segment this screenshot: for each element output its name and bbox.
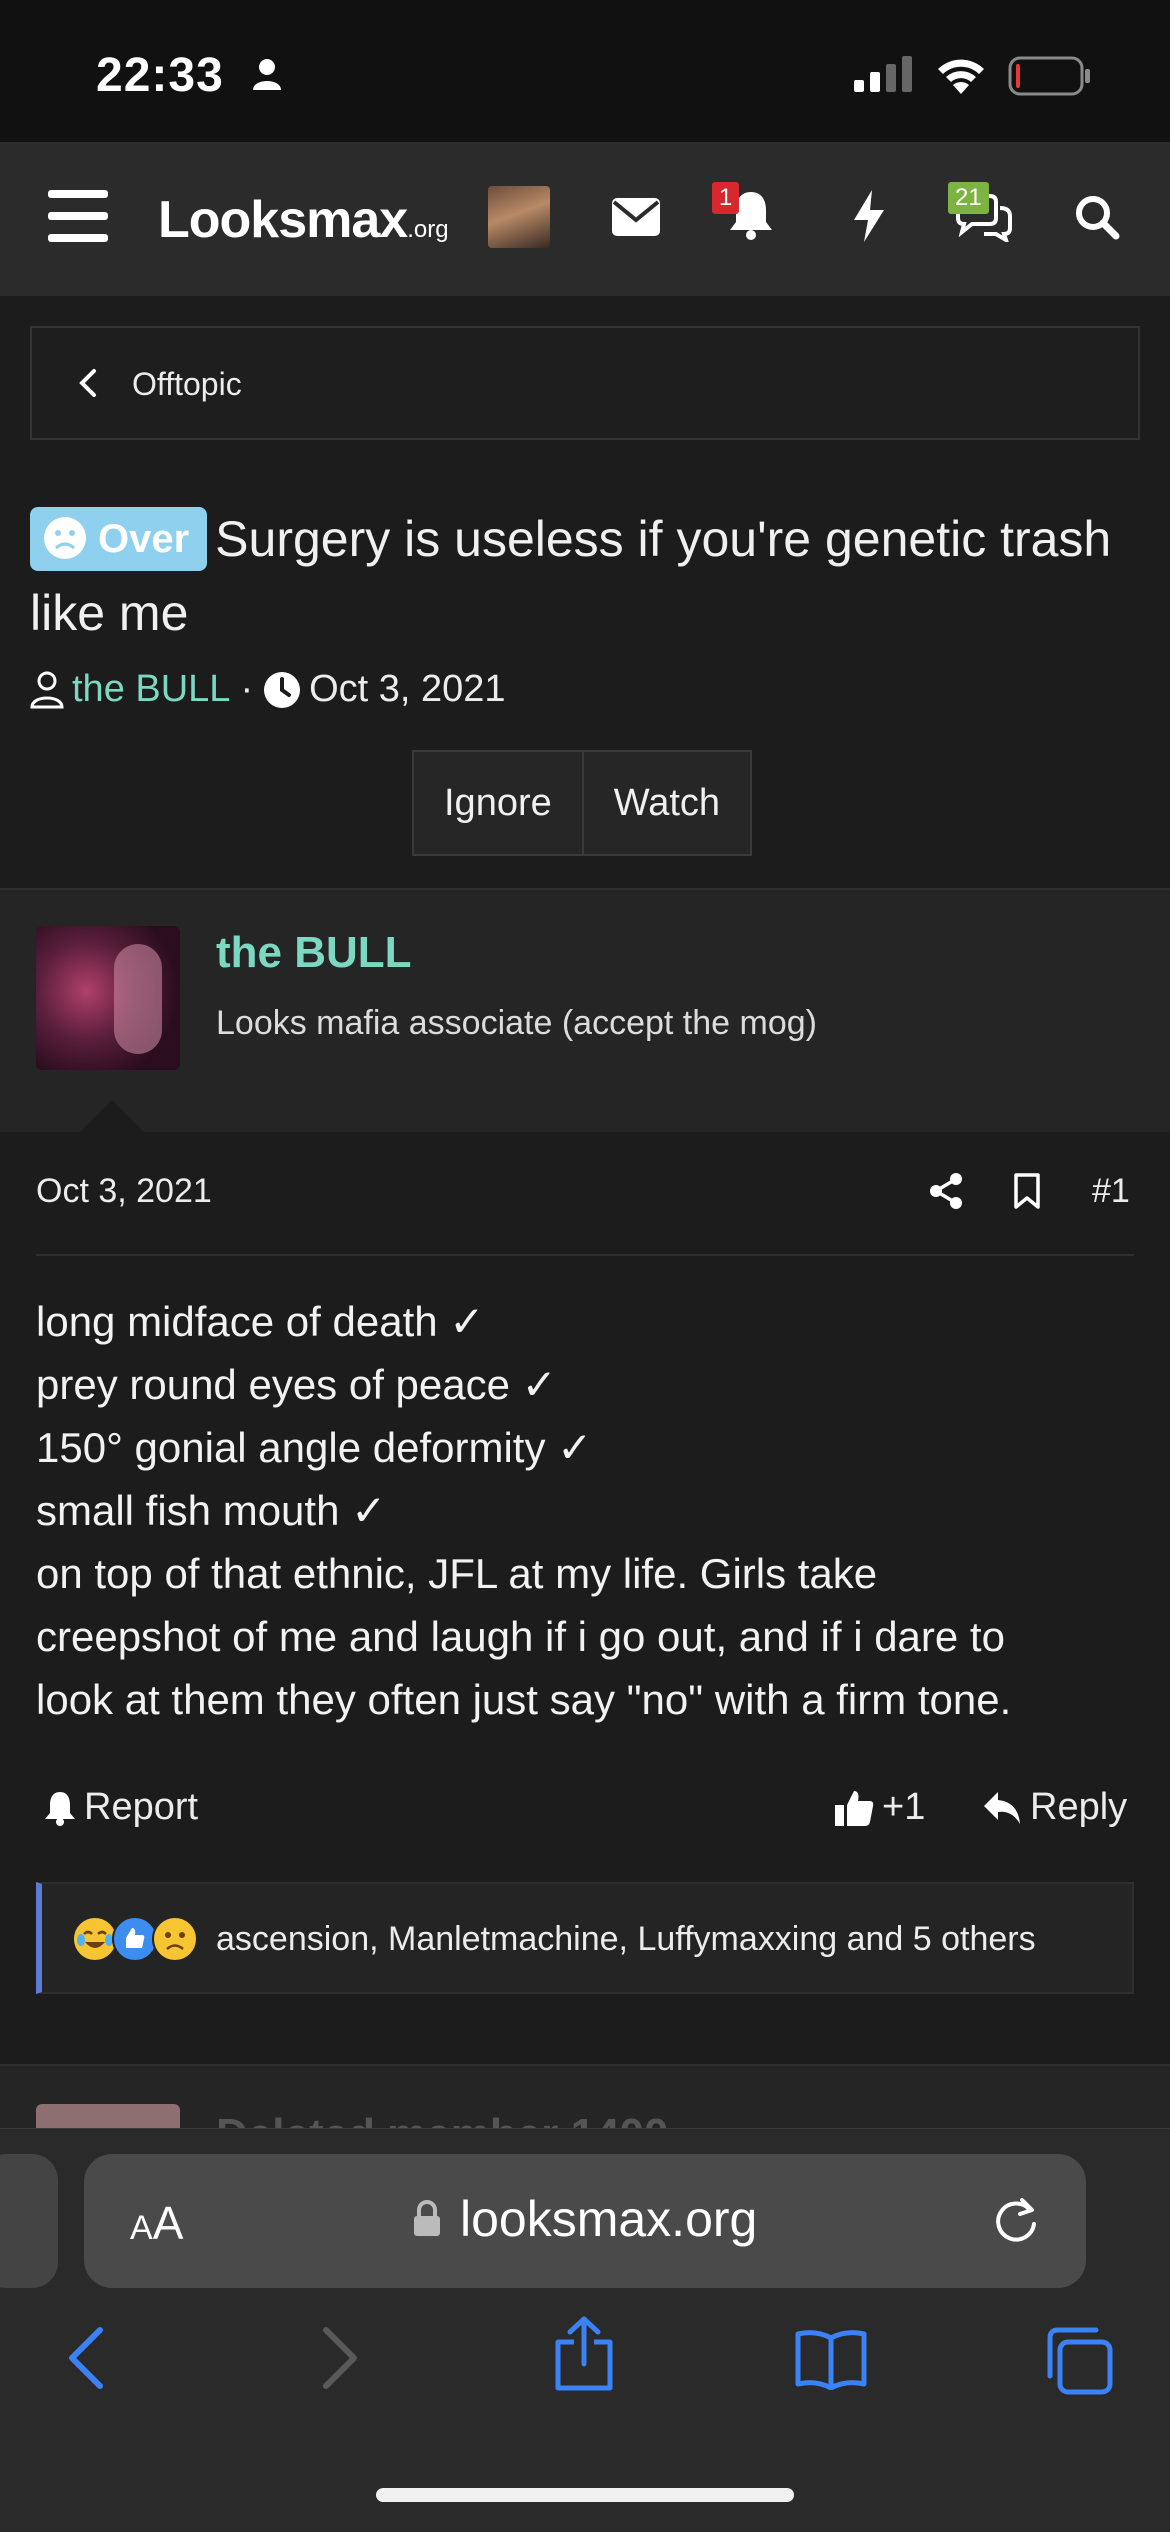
user-avatar[interactable]: [488, 186, 550, 248]
chevron-left-icon: [79, 369, 96, 397]
bolt-icon[interactable]: [852, 190, 886, 242]
alerts-badge: 1: [712, 182, 740, 214]
reactions-users[interactable]: ascension, Manletmachine, Luffymaxxing a…: [216, 1920, 1036, 1959]
status-bar: 22:33: [0, 0, 1170, 142]
post-author-title: Looks mafia associate (accept the mog): [216, 1004, 817, 1042]
share-icon[interactable]: [928, 1172, 964, 1210]
tabs-icon[interactable]: [1044, 2326, 1114, 2396]
conversations-badge: 21: [948, 182, 989, 214]
post-date[interactable]: Oct 3, 2021: [36, 1172, 212, 1211]
reader-aa-button[interactable]: AA: [130, 2196, 183, 2250]
bookmark-icon[interactable]: [1012, 1172, 1042, 1210]
thread-prefix-badge: Over: [30, 507, 208, 571]
post-number-link[interactable]: #1: [1092, 1172, 1130, 1211]
thumbs-up-icon: [835, 1790, 874, 1826]
thread-button-group: Ignore Watch: [412, 750, 753, 856]
bookmarks-icon[interactable]: [794, 2328, 868, 2390]
watch-button[interactable]: Watch: [584, 752, 750, 854]
forward-icon[interactable]: [320, 2326, 360, 2390]
clock-icon: [264, 671, 301, 708]
post-author-avatar[interactable]: [36, 926, 180, 1070]
reply-icon: [984, 1791, 1020, 1824]
post-divider: [36, 1254, 1134, 1256]
reactions-bar[interactable]: ascension, Manletmachine, Luffymaxxing a…: [36, 1882, 1134, 1994]
back-icon[interactable]: [66, 2326, 106, 2390]
meta-separator: ·: [240, 668, 254, 710]
post-body-line: prey round eyes of peace ✓: [36, 1361, 557, 1408]
sad-reaction-icon: [152, 1916, 198, 1962]
reply-button[interactable]: Reply: [982, 1786, 1127, 1829]
post-body-line: long midface of death ✓: [36, 1298, 485, 1345]
reply-label: Reply: [1030, 1786, 1128, 1828]
share-sheet-icon[interactable]: [552, 2316, 616, 2392]
bell-icon: [45, 1791, 75, 1826]
post-body-line: creepshot of me and laugh if i go out, a…: [36, 1613, 1005, 1660]
site-logo[interactable]: Looksmax.org: [158, 190, 449, 250]
post-body-line: on top of that ethnic, JFL at my life. G…: [36, 1550, 878, 1597]
post-body-line: look at them they often just say "no" wi…: [36, 1676, 1012, 1723]
user-icon: [30, 671, 64, 708]
search-icon[interactable]: [1074, 194, 1120, 240]
battery-icon: [1008, 56, 1090, 96]
sad-face-icon: [44, 517, 86, 559]
like-button[interactable]: +1: [834, 1786, 925, 1829]
reaction-emojis: [72, 1916, 198, 1962]
breadcrumb-label[interactable]: Offtopic: [132, 366, 242, 403]
previous-tab-peek[interactable]: [0, 2154, 58, 2288]
signal-icon: [854, 56, 912, 92]
thread-author-link[interactable]: the BULL: [72, 668, 230, 711]
menu-icon[interactable]: [48, 190, 108, 242]
post-body: long midface of death ✓ prey round eyes …: [36, 1290, 1146, 1731]
post-body-line: 150° gonial angle deformity ✓: [36, 1424, 593, 1471]
post-body-line: small fish mouth ✓: [36, 1487, 387, 1534]
status-time: 22:33: [96, 49, 224, 102]
person-icon: [253, 59, 281, 90]
url-text[interactable]: looksmax.org: [460, 2190, 757, 2248]
envelope-icon[interactable]: [612, 198, 660, 236]
home-indicator[interactable]: [376, 2488, 794, 2502]
reload-icon[interactable]: [992, 2194, 1040, 2244]
wifi-icon: [938, 59, 984, 94]
breadcrumb[interactable]: Offtopic: [30, 326, 1140, 440]
report-button[interactable]: Report: [44, 1786, 198, 1829]
thread-title: Over Surgery is useless if you're genetic…: [30, 502, 1140, 650]
report-label: Report: [84, 1786, 199, 1828]
post-author-name[interactable]: the BULL: [216, 928, 412, 978]
like-count: +1: [882, 1786, 926, 1828]
lock-icon: [414, 2200, 440, 2236]
user-arrow: [78, 1100, 146, 1134]
ignore-button[interactable]: Ignore: [414, 752, 582, 854]
thread-date[interactable]: Oct 3, 2021: [309, 668, 505, 711]
thread-meta: the BULL · Oct 3, 2021: [30, 668, 506, 711]
